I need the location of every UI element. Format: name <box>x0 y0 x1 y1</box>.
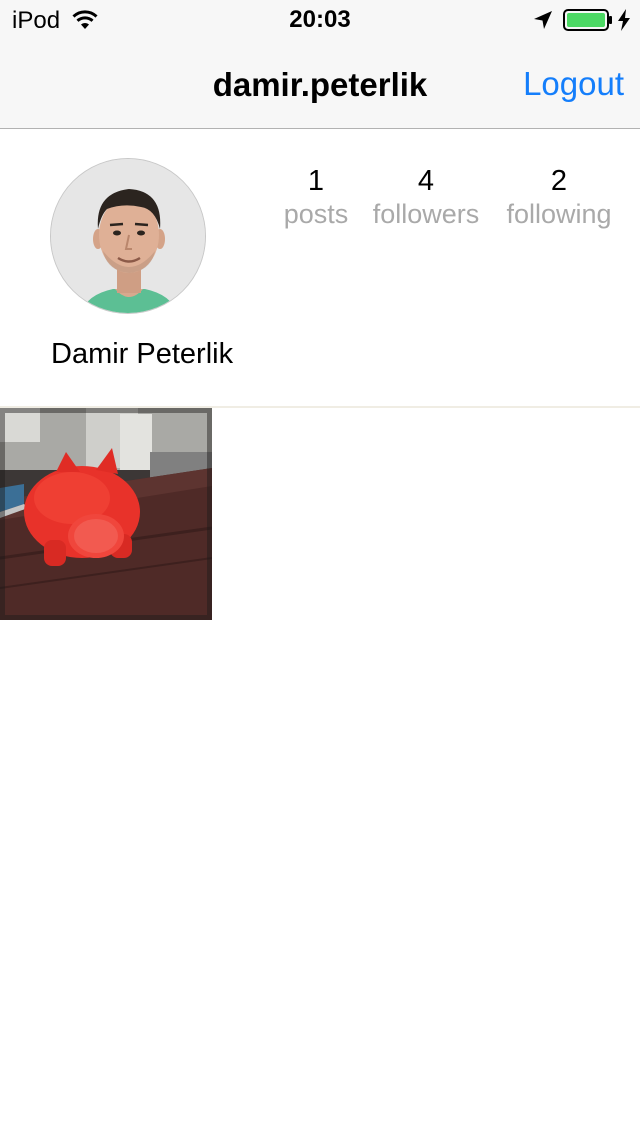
location-arrow-icon <box>533 10 553 30</box>
followers-stat[interactable]: 4 followers <box>364 164 488 230</box>
posts-count: 1 <box>307 165 325 197</box>
status-bar: iPod 20:03 <box>0 0 640 40</box>
logout-button[interactable]: Logout <box>523 65 624 103</box>
post-thumbnail[interactable] <box>0 408 212 620</box>
followers-label: followers <box>372 199 480 229</box>
avatar[interactable] <box>50 158 206 314</box>
followers-count: 4 <box>417 165 435 197</box>
charging-bolt-icon <box>617 9 631 31</box>
profile-display-name: Damir Peterlik <box>51 338 234 370</box>
following-count: 2 <box>550 165 568 197</box>
posts-label: posts <box>283 199 349 229</box>
battery-icon <box>563 9 613 31</box>
following-stat[interactable]: 2 following <box>496 164 622 230</box>
navigation-bar: damir.peterlik Logout <box>0 40 640 129</box>
following-label: following <box>506 199 612 229</box>
posts-stat: 1 posts <box>276 164 356 230</box>
